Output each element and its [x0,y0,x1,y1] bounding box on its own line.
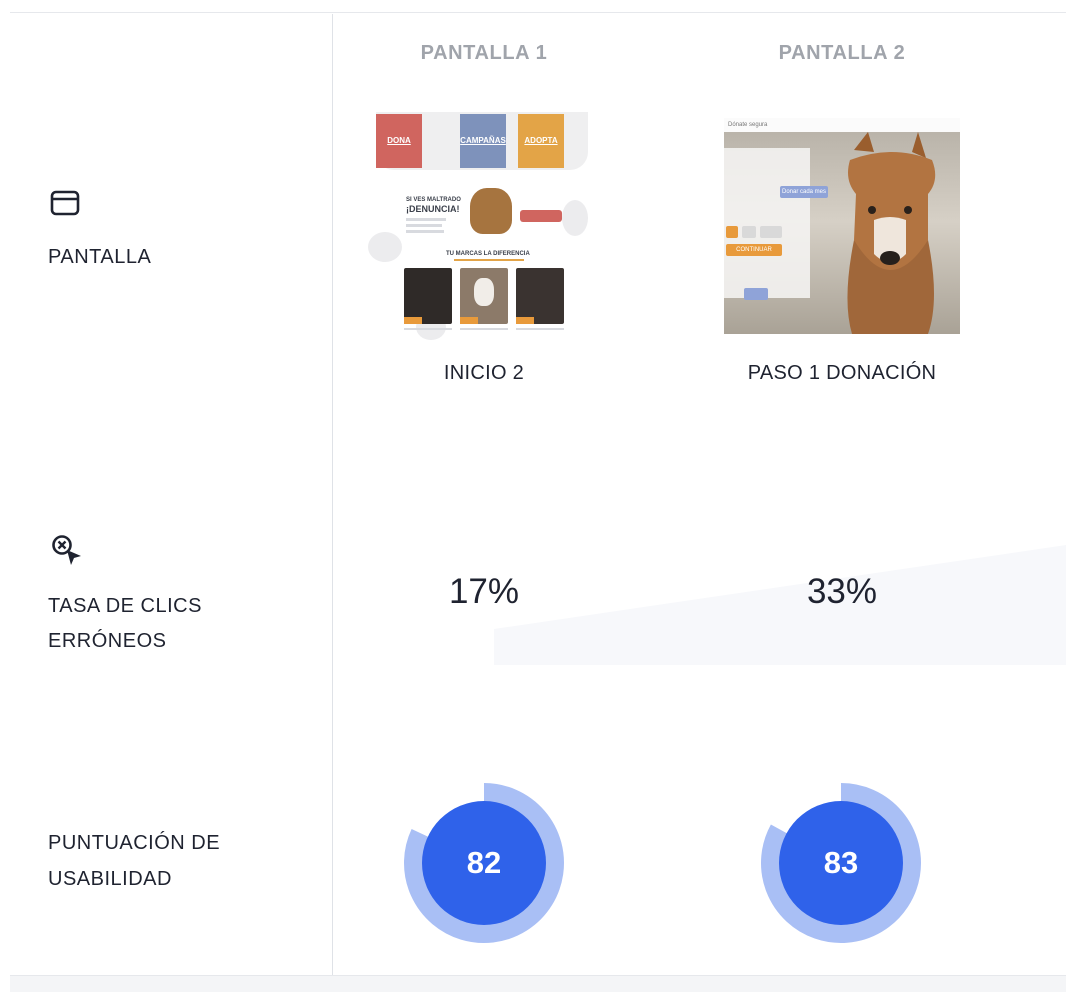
thumbnail-dog-image [470,188,512,234]
column-divider [332,14,333,975]
paw-decoration [368,232,402,262]
dog-photo-icon [847,132,936,334]
top-divider [10,12,1066,13]
thumbnail-headline-small: SI VES MALTRADO [406,197,461,203]
thumbnail-text-line [406,218,446,221]
thumbnail-pet-card [516,268,564,324]
pet-name-tag [404,317,422,324]
thumbnail-amount-chip [742,226,756,238]
thumbnail-pet-card [460,268,508,324]
thumbnail-text-line [406,230,444,233]
column-heading-1: PANTALLA 1 [420,42,548,64]
thumbnail-amount-chip [760,226,782,238]
window-icon [50,190,80,221]
thumbnail-tile-adopta: ADOPTA [518,114,564,168]
row-label-error-rate-1: TASA DE CLICS [48,595,202,617]
thumbnail-text-line [454,259,524,261]
pet-face [474,278,494,306]
thumbnail-top-bar: Dónate segura [724,118,960,132]
row-label-usability-2: USABILIDAD [48,868,172,890]
thumbnail-section-title: TU MARCAS LA DIFERENCIA [446,251,530,257]
thumbnail-monthly-donate-button: Donar cada mes [780,186,828,198]
usability-score-1: 82 [466,845,502,880]
row-label-screen: PANTALLA [48,246,152,268]
paw-decoration [562,200,588,236]
row-label-error-rate-2: ERRÓNEOS [48,630,167,652]
thumbnail-text-line [406,224,442,227]
thumbnail-tile-campanas: CAMPAÑAS [460,114,506,168]
pet-name-tag [460,317,478,324]
column-heading-2: PANTALLA 2 [778,42,906,64]
usability-gauge-2: 83 [760,782,922,944]
screen-thumbnail-1[interactable]: DONA CAMPAÑAS ADOPTA SI VES MALTRADO ¡DE… [366,112,602,348]
usability-gauge-1: 82 [403,782,565,944]
thumbnail-headline-big: ¡DENUNCIA! [406,204,460,214]
thumbnail-pet-card [404,268,452,324]
thumbnail-report-button [520,210,562,222]
error-click-rate-1: 17% [448,572,520,611]
thumbnail-continue-button: CONTINUAR [726,244,782,256]
thumbnail-small-button [744,288,768,300]
thumbnail-tile-dona: DONA [376,114,422,168]
thumbnail-text-line [516,328,564,330]
screen-name-1: INICIO 2 [443,362,525,384]
row-label-usability-1: PUNTUACIÓN DE [48,832,221,854]
screen-thumbnail-2[interactable]: Dónate segura Donar cada mes CONTINUAR [724,118,960,334]
pet-name-tag [516,317,534,324]
error-click-rate-2: 33% [806,572,878,611]
thumbnail-donation-panel: Donar cada mes CONTINUAR [724,148,828,300]
thumbnail-amount-chip [726,226,738,238]
usability-score-2: 83 [823,845,859,880]
cursor-click-error-icon [50,533,84,572]
screen-name-2: PASO 1 DONACIÓN [747,362,937,384]
thumbnail-text-line [404,328,452,330]
thumbnail-text-line [460,328,508,330]
footer-band [10,975,1066,992]
